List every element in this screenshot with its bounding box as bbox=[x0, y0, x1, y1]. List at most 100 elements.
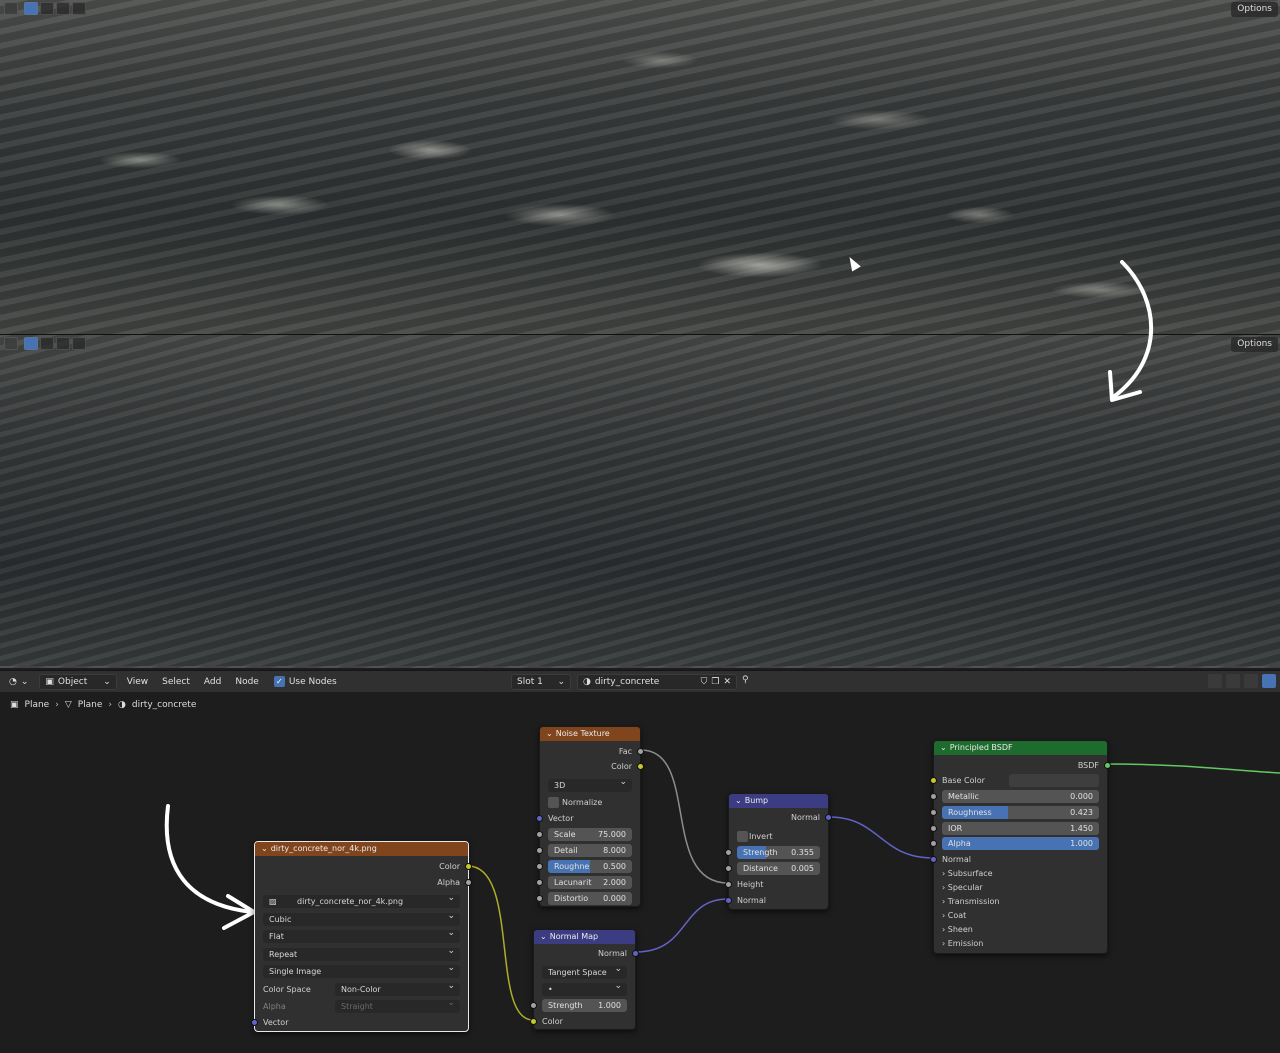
invert-toggle[interactable]: Invert bbox=[737, 830, 820, 843]
socket-normal-in[interactable] bbox=[930, 856, 937, 863]
unlink-close-icon[interactable]: ✕ bbox=[723, 677, 731, 687]
lacunarity-field[interactable]: Lacunarit 2.000 bbox=[548, 876, 632, 889]
menu-select[interactable]: Select bbox=[158, 677, 194, 687]
socket-vector-in[interactable] bbox=[536, 815, 543, 822]
slot-select[interactable]: Slot 1 ⌄ bbox=[511, 674, 571, 690]
metallic-field[interactable]: Metallic 0.000 bbox=[942, 790, 1099, 803]
normalize-toggle[interactable]: Normalize bbox=[548, 796, 632, 809]
node-header[interactable]: ⌄ Bump bbox=[729, 794, 828, 808]
menu-add[interactable]: Add bbox=[200, 677, 225, 687]
node-header[interactable]: ⌄ Noise Texture bbox=[540, 727, 640, 741]
socket-fac-out[interactable] bbox=[637, 748, 644, 755]
socket-normal-out[interactable] bbox=[632, 950, 639, 957]
socket-distortion-in[interactable] bbox=[536, 895, 543, 902]
chevron-down-icon[interactable]: ⌄ bbox=[261, 844, 268, 853]
socket-detail-in[interactable] bbox=[536, 847, 543, 854]
socket-strength-in[interactable] bbox=[725, 849, 732, 856]
fake-user-shield-icon[interactable]: ⛉ bbox=[701, 677, 708, 687]
strength-field[interactable]: Strength 1.000 bbox=[542, 999, 627, 1012]
roughness-field[interactable]: Roughne 0.500 bbox=[548, 860, 632, 873]
select-mode-tools[interactable] bbox=[4, 337, 86, 350]
overlay-icon[interactable] bbox=[1262, 674, 1276, 688]
menu-view[interactable]: View bbox=[123, 677, 152, 687]
use-nodes-toggle[interactable]: ✓ Use Nodes bbox=[269, 674, 342, 690]
socket-vector-in[interactable] bbox=[251, 1019, 258, 1026]
socket-normal-in[interactable] bbox=[725, 897, 732, 904]
duplicate-material-icon[interactable]: ❐ bbox=[711, 677, 719, 687]
panel-transmission[interactable]: › Transmission bbox=[942, 895, 999, 908]
tool-select-icon[interactable] bbox=[4, 2, 18, 15]
detail-field[interactable]: Detail 8.000 bbox=[548, 844, 632, 857]
object-mode-select[interactable]: ▣ Object ⌄ bbox=[39, 673, 117, 690]
socket-metallic-in[interactable] bbox=[930, 793, 937, 800]
options-button[interactable]: Options bbox=[1231, 2, 1278, 17]
snap-icon[interactable] bbox=[1226, 674, 1240, 688]
panel-coat[interactable]: › Coat bbox=[942, 909, 966, 922]
alpha-mode-select[interactable]: Straight bbox=[335, 997, 460, 1013]
color-space-select[interactable]: Non-Color bbox=[335, 980, 460, 996]
alpha-field[interactable]: Alpha 1.000 bbox=[942, 837, 1099, 850]
roughness-field[interactable]: Roughness 0.423 bbox=[942, 806, 1099, 819]
socket-height-in[interactable] bbox=[725, 881, 732, 888]
node-header[interactable]: ⌄ Principled BSDF bbox=[934, 741, 1107, 755]
select-extend-icon[interactable] bbox=[40, 337, 54, 350]
menu-node[interactable]: Node bbox=[231, 677, 263, 687]
select-box-icon[interactable] bbox=[24, 2, 38, 15]
chevron-down-icon[interactable]: ⌄ bbox=[540, 932, 547, 941]
bump-node[interactable]: ⌄ Bump Normal Invert Strength 0.355 Distan… bbox=[725, 793, 832, 910]
panel-sheen[interactable]: › Sheen bbox=[942, 923, 973, 936]
panel-specular[interactable]: › Specular bbox=[942, 881, 983, 894]
socket-roughness-in[interactable] bbox=[930, 809, 937, 816]
node-header[interactable]: ⌄ Normal Map bbox=[534, 930, 635, 944]
select-box-icon[interactable] bbox=[24, 337, 38, 350]
principled-bsdf-node[interactable]: ⌄ Principled BSDF BSDF Base Color Metalli… bbox=[930, 740, 1111, 954]
select-mode-tools[interactable] bbox=[4, 2, 86, 15]
interpolation-select[interactable]: Cubic bbox=[263, 910, 460, 926]
dimensions-select[interactable]: 3D bbox=[548, 776, 632, 792]
socket-lacunarity-in[interactable] bbox=[536, 879, 543, 886]
checkbox-checked-icon[interactable]: ✓ bbox=[273, 676, 285, 687]
viewport-bottom[interactable]: Options bbox=[0, 335, 1280, 668]
editor-type-button[interactable]: ◔ ⌄ bbox=[4, 674, 33, 690]
socket-distance-in[interactable] bbox=[725, 865, 732, 872]
scale-field[interactable]: Scale 75.000 bbox=[548, 828, 632, 841]
chevron-down-icon[interactable]: ⌄ bbox=[735, 796, 742, 805]
options-button[interactable]: Options bbox=[1231, 337, 1278, 352]
pin-icon[interactable]: ⚲ bbox=[742, 675, 749, 685]
panel-emission[interactable]: › Emission bbox=[942, 937, 983, 950]
socket-roughness-in[interactable] bbox=[536, 863, 543, 870]
extension-select[interactable]: Repeat bbox=[263, 945, 460, 961]
socket-color-out[interactable] bbox=[637, 763, 644, 770]
strength-field[interactable]: Strength 0.355 bbox=[737, 846, 820, 859]
select-subtract-icon[interactable] bbox=[56, 2, 70, 15]
panel-subsurface[interactable]: › Subsurface bbox=[942, 867, 993, 880]
source-select[interactable]: Single Image bbox=[263, 962, 460, 978]
uv-map-field[interactable]: • bbox=[542, 980, 627, 996]
image-texture-node[interactable]: ⌄ dirty_concrete_nor_4k.png Color Alpha ▨… bbox=[251, 841, 472, 1032]
socket-normal-out[interactable] bbox=[825, 814, 832, 821]
socket-strength-in[interactable] bbox=[530, 1002, 537, 1009]
ior-field[interactable]: IOR 1.450 bbox=[942, 822, 1099, 835]
socket-color-in[interactable] bbox=[530, 1018, 537, 1025]
socket-alpha-out[interactable] bbox=[465, 879, 472, 886]
socket-ior-in[interactable] bbox=[930, 825, 937, 832]
distance-field[interactable]: Distance 0.005 bbox=[737, 862, 820, 875]
checkbox-unchecked-icon[interactable] bbox=[737, 831, 748, 842]
socket-color-out[interactable] bbox=[465, 863, 472, 870]
checkbox-unchecked-icon[interactable] bbox=[548, 797, 559, 808]
select-intersect-icon[interactable] bbox=[72, 337, 86, 350]
socket-scale-in[interactable] bbox=[536, 831, 543, 838]
projection-select[interactable]: Flat bbox=[263, 927, 460, 943]
chevron-down-icon[interactable]: ⌄ bbox=[546, 729, 553, 738]
noise-texture-node[interactable]: ⌄Noise Texture Fac Color 3D Normalize Ve… bbox=[536, 726, 644, 907]
socket-bsdf-out[interactable] bbox=[1104, 762, 1111, 769]
socket-base-color-in[interactable] bbox=[930, 777, 937, 784]
base-color-swatch[interactable] bbox=[1009, 774, 1099, 787]
select-intersect-icon[interactable] bbox=[72, 2, 86, 15]
tool-select-icon[interactable] bbox=[4, 337, 18, 350]
normal-map-node[interactable]: ⌄Normal Map Normal Tangent Space • Stren… bbox=[530, 929, 639, 1030]
node-header[interactable]: ⌄ dirty_concrete_nor_4k.png bbox=[255, 842, 468, 856]
viewport-top[interactable]: Options bbox=[0, 0, 1280, 334]
select-extend-icon[interactable] bbox=[40, 2, 54, 15]
chevron-down-icon[interactable]: ⌄ bbox=[940, 743, 947, 752]
